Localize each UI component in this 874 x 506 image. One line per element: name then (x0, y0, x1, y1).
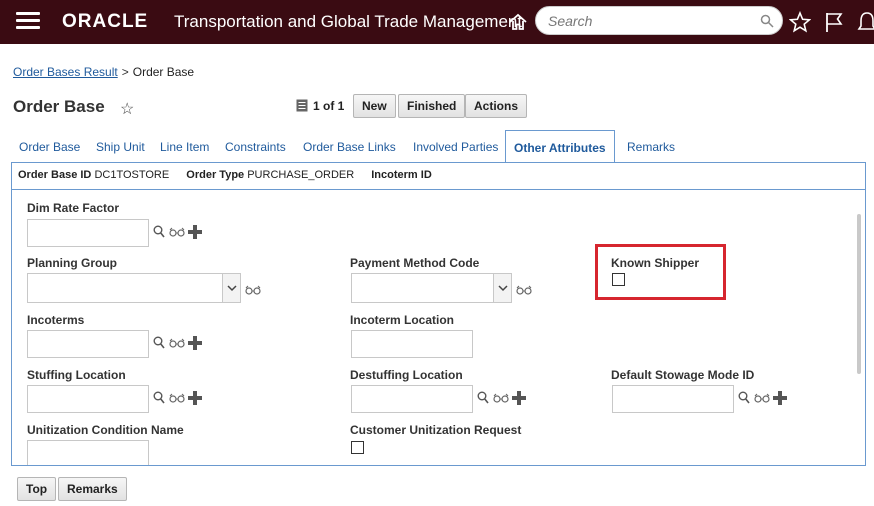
top-button[interactable]: Top (17, 477, 57, 501)
home-icon[interactable] (508, 12, 528, 32)
actions-button[interactable]: Actions (465, 94, 528, 118)
payment-method-code-label: Payment Method Code (350, 256, 480, 270)
tab-remarks[interactable]: Remarks (627, 130, 675, 162)
customer-unitization-request-checkbox[interactable] (351, 441, 364, 454)
tab-ship-unit[interactable]: Ship Unit (96, 130, 145, 162)
record-count: 1 of 1 (313, 99, 345, 113)
info-divider (12, 189, 865, 190)
chevron-down-icon[interactable] (222, 274, 240, 302)
favorite-star-icon[interactable]: ☆ (120, 99, 134, 119)
order-base-id-label: Order Base ID (18, 169, 92, 181)
tab-order-base-links[interactable]: Order Base Links (303, 130, 396, 162)
dim-rate-factor-input[interactable] (27, 219, 149, 247)
stuffing-location-input[interactable] (27, 385, 149, 413)
unitization-condition-name-label: Unitization Condition Name (27, 423, 184, 437)
magnifier-icon[interactable] (153, 225, 165, 239)
tab-involved-parties[interactable]: Involved Parties (413, 130, 498, 162)
known-shipper-checkbox[interactable] (612, 273, 625, 286)
glasses-icon[interactable] (245, 285, 261, 295)
star-icon[interactable] (789, 11, 811, 33)
global-search (535, 6, 783, 35)
order-type-value: PURCHASE_ORDER (247, 169, 355, 181)
stuffing-location-label: Stuffing Location (27, 368, 126, 382)
incoterm-location-input[interactable] (351, 330, 473, 358)
chevron-down-icon[interactable] (493, 274, 511, 302)
oracle-logo: ORACLE (62, 11, 149, 32)
plus-icon[interactable] (188, 225, 202, 239)
page-title: Order Base (13, 97, 105, 116)
glasses-icon[interactable] (169, 227, 185, 237)
search-icon[interactable] (760, 14, 774, 28)
tab-line-item[interactable]: Line Item (160, 130, 209, 162)
breadcrumb-current: Order Base (132, 65, 195, 79)
new-button[interactable]: New (353, 94, 396, 118)
default-stowage-mode-id-input[interactable] (612, 385, 734, 413)
order-base-id-value: DC1TOSTORE (94, 169, 170, 181)
glasses-icon[interactable] (169, 338, 185, 348)
record-icon (296, 99, 308, 112)
known-shipper-label: Known Shipper (611, 256, 699, 270)
magnifier-icon[interactable] (738, 391, 750, 405)
tab-constraints[interactable]: Constraints (225, 130, 286, 162)
tab-bar: Order Base Ship Unit Line Item Constrain… (12, 130, 866, 163)
destuffing-location-label: Destuffing Location (350, 368, 463, 382)
glasses-icon[interactable] (754, 393, 770, 403)
app-title: Transportation and Global Trade Manageme… (174, 12, 523, 31)
magnifier-icon[interactable] (477, 391, 489, 405)
breadcrumb: Order Bases Result > Order Base (13, 65, 194, 79)
flag-icon[interactable] (823, 11, 845, 33)
plus-icon[interactable] (188, 391, 202, 405)
incoterm-id-label: Incoterm ID (371, 169, 432, 181)
search-input[interactable] (546, 12, 746, 30)
planning-group-label: Planning Group (27, 256, 117, 270)
tab-order-base[interactable]: Order Base (19, 130, 80, 162)
customer-unitization-request-label: Customer Unitization Request (350, 423, 522, 437)
plus-icon[interactable] (773, 391, 787, 405)
known-shipper-highlight (595, 244, 726, 300)
incoterm-location-label: Incoterm Location (350, 313, 455, 327)
destuffing-location-input[interactable] (351, 385, 473, 413)
app-header: ORACLE Transportation and Global Trade M… (0, 0, 874, 44)
tab-other-attributes[interactable]: Other Attributes (505, 130, 615, 163)
scrollbar-thumb[interactable] (857, 214, 861, 374)
planning-group-select[interactable] (27, 273, 241, 303)
other-attributes-panel: Order Base ID DC1TOSTORE Order Type PURC… (11, 162, 866, 466)
incoterms-label: Incoterms (27, 313, 85, 327)
breadcrumb-separator: > (121, 65, 129, 79)
order-type-label: Order Type (186, 169, 245, 181)
incoterms-input[interactable] (27, 330, 149, 358)
hamburger-menu-icon[interactable] (16, 12, 40, 30)
remarks-button[interactable]: Remarks (58, 477, 127, 501)
default-stowage-mode-id-label: Default Stowage Mode ID (611, 368, 755, 382)
plus-icon[interactable] (512, 391, 526, 405)
plus-icon[interactable] (188, 336, 202, 350)
breadcrumb-link-order-bases-result[interactable]: Order Bases Result (13, 65, 118, 79)
finished-button[interactable]: Finished (398, 94, 466, 118)
magnifier-icon[interactable] (153, 336, 165, 350)
glasses-icon[interactable] (516, 285, 532, 295)
glasses-icon[interactable] (169, 393, 185, 403)
bell-icon[interactable] (856, 11, 874, 33)
vertical-scrollbar[interactable] (857, 190, 863, 465)
unitization-condition-name-input[interactable] (27, 440, 149, 465)
glasses-icon[interactable] (493, 393, 509, 403)
payment-method-code-select[interactable] (351, 273, 512, 303)
order-info-bar: Order Base ID DC1TOSTORE Order Type PURC… (18, 169, 432, 181)
dim-rate-factor-label: Dim Rate Factor (27, 201, 120, 215)
magnifier-icon[interactable] (153, 391, 165, 405)
